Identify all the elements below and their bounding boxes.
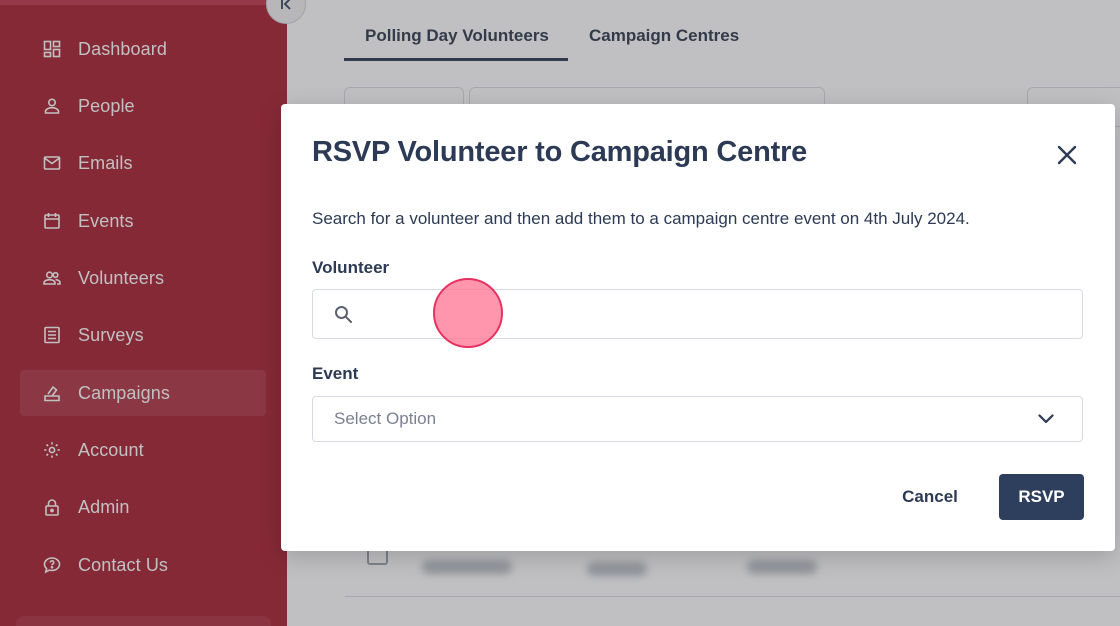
volunteer-search-field[interactable] <box>312 289 1083 339</box>
close-button[interactable] <box>1054 142 1080 168</box>
cancel-button[interactable]: Cancel <box>887 474 973 520</box>
event-select-value: Select Option <box>334 409 437 428</box>
search-icon <box>333 304 353 324</box>
volunteer-label: Volunteer <box>312 258 390 277</box>
modal-title: RSVP Volunteer to Campaign Centre <box>312 136 808 168</box>
rsvp-modal: RSVP Volunteer to Campaign Centre Search… <box>281 104 1115 551</box>
event-select[interactable]: Select Option <box>312 396 1083 442</box>
chevron-down-icon <box>1037 410 1055 428</box>
close-icon <box>1057 145 1077 165</box>
event-label: Event <box>312 364 359 383</box>
rsvp-button[interactable]: RSVP <box>999 474 1084 520</box>
modal-description: Search for a volunteer and then add them… <box>312 209 970 228</box>
click-indicator <box>433 278 503 348</box>
